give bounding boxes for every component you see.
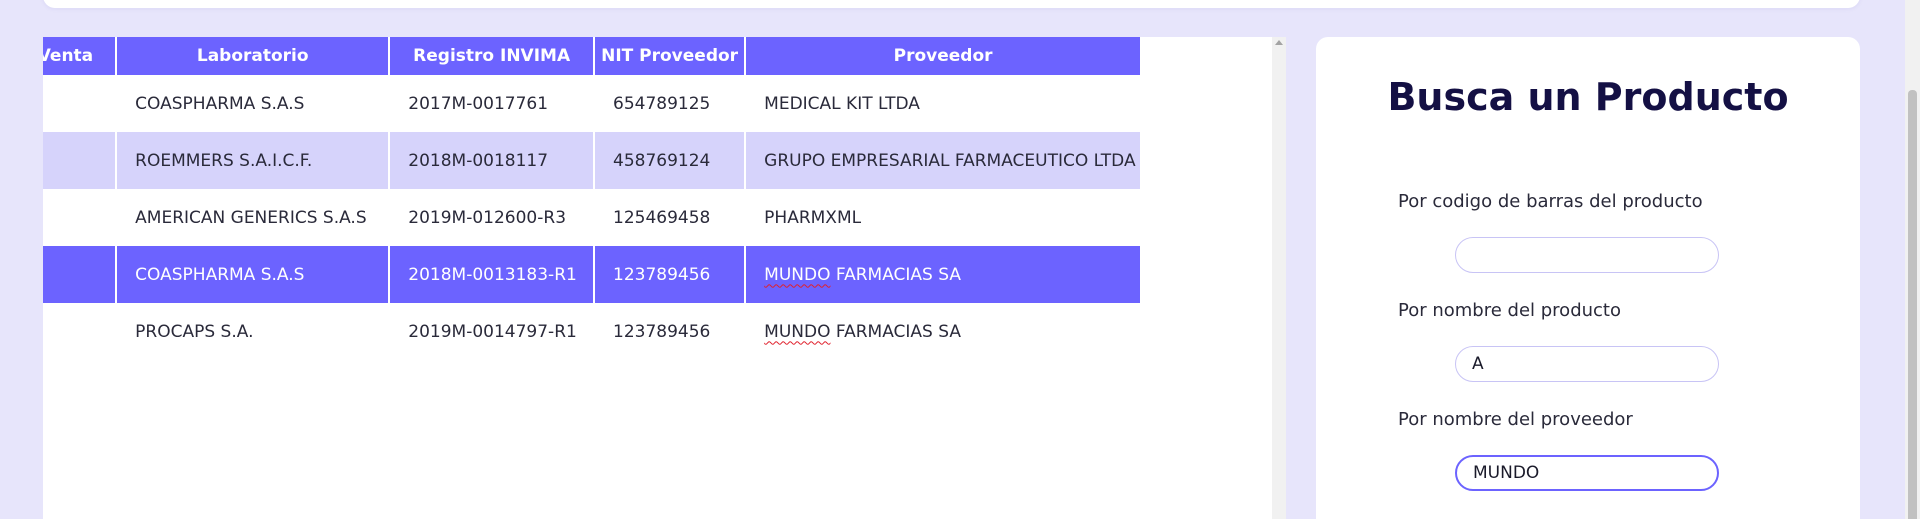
table-row-selected[interactable]: COASPHARMA S.A.S 2018M-0013183-R1 123789… — [43, 246, 1142, 303]
search-panel: Busca un Producto Por codigo de barras d… — [1316, 37, 1860, 519]
cell-laboratory: ROEMMERS S.A.I.C.F. — [116, 132, 391, 189]
cell-nit: 458769124 — [594, 132, 747, 189]
table-row[interactable]: PROCAPS S.A. 2019M-0014797-R1 123789456 … — [43, 303, 1142, 360]
supplier-name-search-input[interactable] — [1455, 455, 1719, 491]
scroll-up-arrow-icon[interactable] — [1275, 40, 1283, 45]
cell-invima: 2019M-012600-R3 — [389, 189, 595, 246]
cell-supplier: MUNDO FARMACIAS SA — [745, 246, 1142, 303]
cell-laboratory: COASPHARMA S.A.S — [116, 75, 391, 132]
column-header-sale-price[interactable]: Precio de Venta — [43, 37, 118, 75]
cell-supplier: MUNDO FARMACIAS SA — [745, 303, 1142, 360]
results-table: Precio de Venta Laboratorio Registro INV… — [43, 37, 1142, 360]
page-scrollbar-thumb[interactable] — [1908, 90, 1917, 519]
cell-nit: 654789125 — [594, 75, 747, 132]
cell-sale-price — [43, 189, 118, 246]
cell-sale-price — [43, 75, 118, 132]
page-scrollbar[interactable] — [1905, 0, 1920, 519]
cell-nit: 123789456 — [594, 246, 747, 303]
supplier-text: GRUPO EMPRESARIAL FARMACEUTICO LTDA — [764, 150, 1136, 171]
supplier-text: PHARMXML — [764, 207, 862, 228]
cell-invima: 2019M-0014797-R1 — [389, 303, 595, 360]
supplier-name-label: Por nombre del proveedor — [1398, 409, 1633, 430]
product-name-search-input[interactable] — [1455, 346, 1719, 382]
table-header-row: Precio de Venta Laboratorio Registro INV… — [43, 37, 1142, 75]
supplier-text: FARMACIAS SA — [830, 321, 961, 342]
results-table-panel: Precio de Venta Laboratorio Registro INV… — [43, 37, 1272, 519]
cell-invima: 2017M-0017761 — [389, 75, 595, 132]
search-title: Busca un Producto — [1387, 75, 1789, 119]
supplier-highlight: MUNDO — [764, 264, 831, 285]
cell-supplier: MEDICAL KIT LTDA — [745, 75, 1142, 132]
cell-laboratory: PROCAPS S.A. — [116, 303, 391, 360]
top-card — [43, 0, 1860, 8]
table-row[interactable]: COASPHARMA S.A.S 2017M-0017761 654789125… — [43, 75, 1142, 132]
cell-laboratory: COASPHARMA S.A.S — [116, 246, 391, 303]
cell-nit: 123789456 — [594, 303, 747, 360]
table-row[interactable]: AMERICAN GENERICS S.A.S 2019M-012600-R3 … — [43, 189, 1142, 246]
cell-sale-price — [43, 303, 118, 360]
supplier-text: MEDICAL KIT LTDA — [764, 93, 920, 114]
cell-invima: 2018M-0018117 — [389, 132, 595, 189]
cell-nit: 125469458 — [594, 189, 747, 246]
cell-sale-price — [43, 132, 118, 189]
barcode-search-input[interactable] — [1455, 237, 1719, 273]
cell-laboratory: AMERICAN GENERICS S.A.S — [116, 189, 391, 246]
product-name-label: Por nombre del producto — [1398, 300, 1621, 321]
barcode-label: Por codigo de barras del producto — [1398, 191, 1703, 212]
page: Precio de Venta Laboratorio Registro INV… — [0, 0, 1920, 519]
column-header-invima[interactable]: Registro INVIMA — [389, 37, 595, 75]
cell-supplier: GRUPO EMPRESARIAL FARMACEUTICO LTDA — [745, 132, 1142, 189]
table-scroll-area[interactable]: Precio de Venta Laboratorio Registro INV… — [43, 37, 1272, 519]
column-header-supplier[interactable]: Proveedor — [745, 37, 1142, 75]
column-header-laboratory[interactable]: Laboratorio — [116, 37, 391, 75]
table-scrollbar[interactable] — [1272, 37, 1286, 519]
cell-invima: 2018M-0013183-R1 — [389, 246, 595, 303]
cell-supplier: PHARMXML — [745, 189, 1142, 246]
supplier-highlight: MUNDO — [764, 321, 831, 342]
table-row[interactable]: ROEMMERS S.A.I.C.F. 2018M-0018117 458769… — [43, 132, 1142, 189]
supplier-text: FARMACIAS SA — [830, 264, 961, 285]
cell-sale-price — [43, 246, 118, 303]
column-header-nit[interactable]: NIT Proveedor — [594, 37, 747, 75]
